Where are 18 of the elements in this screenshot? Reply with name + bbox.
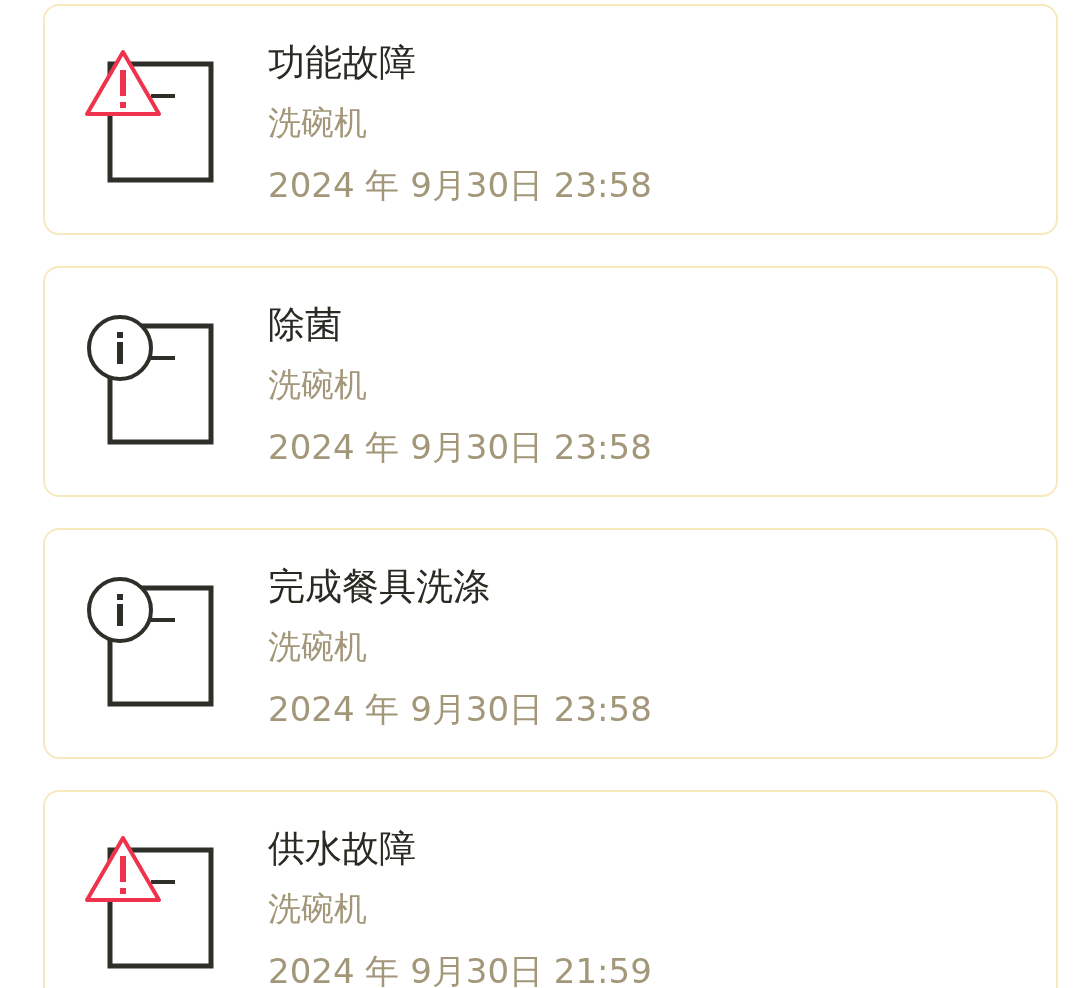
device-name: 洗碗机 xyxy=(268,888,368,930)
notification-card[interactable]: 功能故障 洗碗机 2024 年 9月30日 23:58 xyxy=(43,4,1058,235)
notification-title: 完成餐具洗涤 xyxy=(268,564,491,610)
notification-time: 2024 年 9月30日 21:59 xyxy=(268,950,652,988)
notification-time: 2024 年 9月30日 23:58 xyxy=(268,688,652,731)
notification-time: 2024 年 9月30日 23:58 xyxy=(268,164,652,207)
notification-title: 功能故障 xyxy=(268,40,417,86)
notification-time: 2024 年 9月30日 23:58 xyxy=(268,426,652,469)
notification-title: 除菌 xyxy=(268,302,343,348)
device-name: 洗碗机 xyxy=(268,102,368,144)
notification-title: 供水故障 xyxy=(268,826,417,872)
device-name: 洗碗机 xyxy=(268,364,368,406)
notification-card[interactable]: 完成餐具洗涤 洗碗机 2024 年 9月30日 23:58 xyxy=(43,528,1058,759)
dishwasher-warning-icon xyxy=(85,834,215,970)
device-name: 洗碗机 xyxy=(268,626,368,668)
notification-card[interactable]: 供水故障 洗碗机 2024 年 9月30日 21:59 xyxy=(43,790,1058,988)
dishwasher-warning-icon xyxy=(85,48,215,184)
notification-card[interactable]: 除菌 洗碗机 2024 年 9月30日 23:58 xyxy=(43,266,1058,497)
